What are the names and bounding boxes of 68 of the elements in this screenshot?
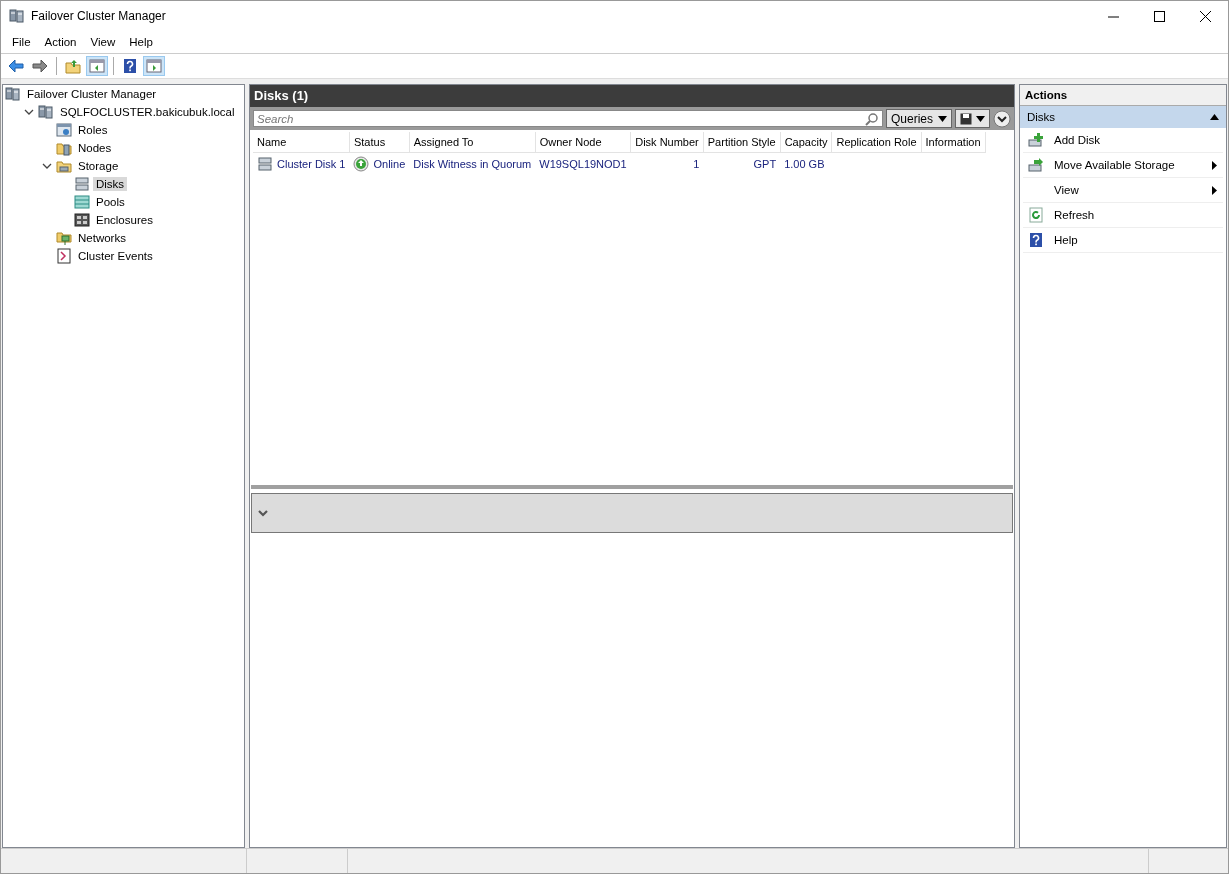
tree-item[interactable]: SQLFOCLUSTER.bakicubuk.local <box>57 105 238 119</box>
table-cell: Disk Witness in Quorum <box>413 158 532 170</box>
tree-item[interactable]: Nodes <box>75 141 115 155</box>
table-cell: 1 <box>693 158 700 170</box>
folder-icon <box>56 158 72 174</box>
column-header[interactable]: Replication Role <box>831 132 922 153</box>
cluster-app-icon <box>9 8 25 24</box>
column-header[interactable]: Status <box>349 132 410 153</box>
actions-title: Actions <box>1020 85 1226 106</box>
column-header[interactable]: Owner Node <box>535 132 631 153</box>
add-disk-icon <box>1028 132 1044 148</box>
pool-icon <box>74 194 90 210</box>
menu-item[interactable]: View <box>83 34 123 50</box>
tree-item[interactable]: Disks <box>93 177 128 191</box>
disk-arrow-icon <box>1028 157 1044 173</box>
column-header[interactable]: Partition Style <box>703 132 781 153</box>
table-cell: W19SQL19NOD1 <box>539 158 627 170</box>
column-header[interactable]: Assigned To <box>409 132 536 153</box>
cluster-icon <box>38 104 54 120</box>
column-header[interactable]: Information <box>921 132 986 153</box>
disk-icon <box>74 176 90 192</box>
events-icon <box>56 248 72 264</box>
command-item[interactable]: Help <box>1054 234 1223 246</box>
save-query-button[interactable] <box>955 109 990 128</box>
up-arrow-icon <box>353 156 370 172</box>
command-item[interactable]: Refresh <box>1054 209 1223 221</box>
actions-section[interactable]: Disks <box>1020 106 1226 128</box>
expand-button[interactable] <box>993 109 1011 128</box>
refresh-icon <box>1028 207 1044 223</box>
search-icon <box>864 112 879 126</box>
action-toggle-button[interactable] <box>143 56 165 76</box>
roles-icon <box>56 122 72 138</box>
column-header[interactable]: Capacity <box>780 132 832 153</box>
menu-item[interactable]: Action <box>37 34 84 50</box>
tree-item[interactable]: Enclosures <box>93 213 156 227</box>
search-field[interactable]: Search <box>253 110 883 127</box>
window-title: Failover Cluster Manager <box>31 9 167 23</box>
caret-icon <box>976 115 985 122</box>
close-icon <box>1199 10 1211 22</box>
nodes-icon <box>56 140 72 156</box>
table-cell: 1.00 GB <box>784 158 825 170</box>
command-item[interactable]: Add Disk <box>1054 134 1223 146</box>
expand-icon[interactable] <box>258 508 268 517</box>
column-header[interactable]: Disk Number <box>630 132 704 153</box>
command-item[interactable]: Move Available Storage <box>1054 159 1212 171</box>
tree-item[interactable]: Pools <box>93 195 128 209</box>
enclosure-icon <box>74 212 90 228</box>
queries-button[interactable]: Queries <box>885 109 952 128</box>
table-cell: Cluster Disk 1 <box>277 158 346 170</box>
pane-title: Disks (1) <box>250 85 1014 107</box>
column-header[interactable]: Name <box>253 132 350 153</box>
collapse-icon[interactable] <box>1210 114 1219 120</box>
command-item[interactable]: View <box>1054 184 1212 196</box>
help-icon <box>1028 232 1044 248</box>
tree-item[interactable]: Roles <box>75 123 111 137</box>
disk-icon <box>257 156 273 172</box>
tree-toggle-button[interactable] <box>86 56 108 76</box>
table-cell: GPT <box>753 158 777 170</box>
tree-item[interactable]: Failover Cluster Manager <box>24 87 160 101</box>
table-cell: Online <box>373 158 406 170</box>
tree-item[interactable]: Cluster Events <box>75 249 156 263</box>
menu-item[interactable]: Help <box>122 34 160 50</box>
tree-item[interactable]: Storage <box>75 159 122 173</box>
network-icon <box>56 230 72 246</box>
tree-item[interactable]: Networks <box>75 231 129 245</box>
caret-icon <box>938 115 947 122</box>
menu-item[interactable]: File <box>5 34 38 50</box>
maximize-icon <box>1153 10 1165 22</box>
